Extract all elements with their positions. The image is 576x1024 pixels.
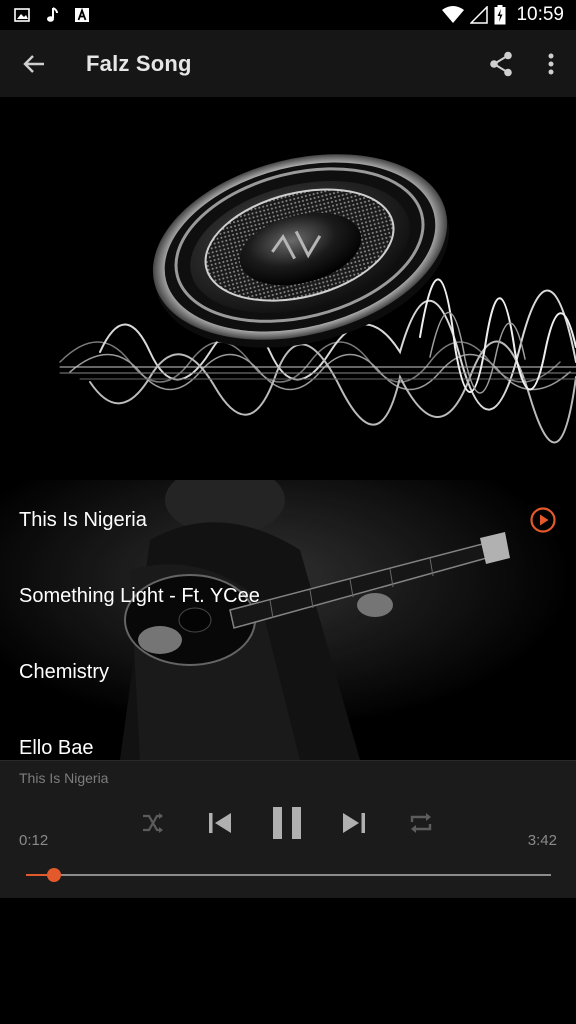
more-options-button[interactable] (526, 30, 576, 97)
wifi-icon (442, 6, 465, 23)
pause-button[interactable] (267, 805, 307, 841)
shuffle-icon (143, 813, 163, 833)
song-item-ello-bae[interactable]: Ello Bae (0, 710, 576, 760)
now-playing-title: This Is Nigeria (19, 770, 109, 786)
next-icon (343, 813, 365, 833)
pause-icon (273, 807, 301, 839)
play-circle-icon[interactable] (530, 507, 556, 533)
previous-icon (209, 813, 231, 833)
arrow-left-icon (23, 54, 44, 73)
previous-button[interactable] (200, 805, 240, 841)
font-a-icon (75, 7, 89, 22)
page-title: Falz Song (86, 50, 192, 76)
song-title: Ello Bae (19, 736, 94, 759)
empty-area (0, 898, 576, 1024)
share-icon (490, 51, 512, 76)
share-button[interactable] (476, 30, 526, 97)
clock: 10:59 (516, 4, 564, 25)
image-icon (14, 8, 30, 22)
song-title: Chemistry (19, 660, 110, 683)
album-art (0, 97, 576, 480)
player-panel: This Is Nigeria 0:12 3:42 (0, 760, 576, 899)
song-item-something-light[interactable]: Something Light - Ft. YCee (0, 558, 576, 634)
song-item-chemistry[interactable]: Chemistry (0, 634, 576, 710)
more-vert-icon (548, 53, 554, 74)
song-item-this-is-nigeria[interactable]: This Is Nigeria (0, 482, 576, 558)
song-title: This Is Nigeria (19, 508, 147, 531)
battery-icon (494, 5, 506, 25)
speaker-artwork (59, 154, 576, 444)
repeat-icon (410, 813, 432, 833)
current-time: 0:12 (19, 832, 49, 849)
signal-icon (470, 6, 489, 24)
app-bar: Falz Song (0, 30, 576, 97)
shuffle-button[interactable] (133, 805, 173, 841)
seek-thumb[interactable] (47, 868, 62, 882)
song-list: This Is Nigeria Something Light - Ft. YC… (0, 480, 576, 760)
back-button[interactable] (0, 30, 68, 97)
next-button[interactable] (334, 805, 374, 841)
song-title: Something Light - Ft. YCee (19, 584, 260, 607)
status-bar: 10:59 (0, 0, 576, 30)
music-note-icon (47, 7, 58, 22)
duration: 3:42 (527, 832, 557, 849)
repeat-button[interactable] (401, 805, 441, 841)
seek-bar[interactable] (26, 868, 551, 882)
